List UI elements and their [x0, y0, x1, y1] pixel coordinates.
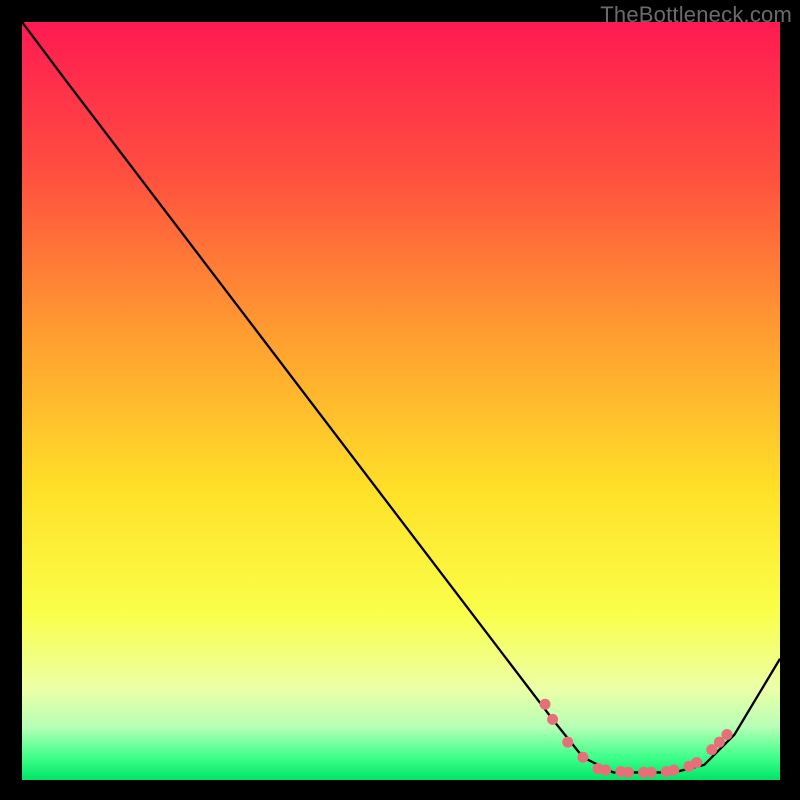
- plot-background: [22, 22, 780, 780]
- marker-dot: [691, 757, 702, 768]
- chart-svg: [22, 22, 780, 780]
- watermark-text: TheBottleneck.com: [600, 2, 792, 28]
- marker-dot: [547, 714, 558, 725]
- marker-dot: [623, 767, 634, 778]
- marker-dot: [646, 767, 657, 778]
- chart-frame: TheBottleneck.com: [0, 0, 800, 800]
- plot-area: [22, 22, 780, 780]
- marker-dot: [600, 765, 611, 776]
- marker-dot: [540, 699, 551, 710]
- marker-dot: [577, 752, 588, 763]
- marker-dot: [562, 737, 573, 748]
- marker-dot: [721, 729, 732, 740]
- marker-dot: [668, 765, 679, 776]
